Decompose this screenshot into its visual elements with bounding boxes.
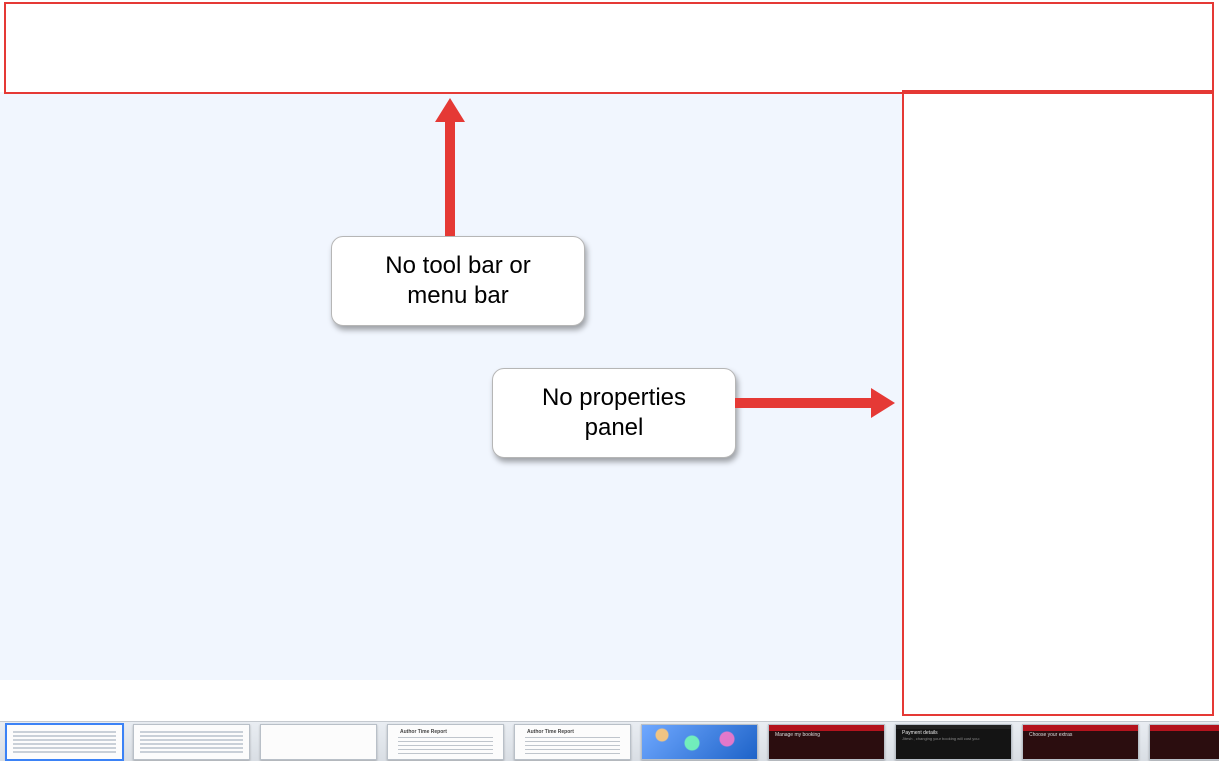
thumbnail-strip: Author Time Report Author Time Report Mana… [0, 721, 1219, 761]
thumbnail[interactable] [133, 724, 250, 760]
thumbnail[interactable]: Author Time Report [514, 724, 631, 760]
thumbnail[interactable] [641, 724, 758, 760]
thumbnail[interactable] [6, 724, 123, 760]
thumbnail[interactable]: Author Time Report [387, 724, 504, 760]
thumbnail[interactable]: Manage my booking [768, 724, 885, 760]
thumbnail[interactable] [1149, 724, 1219, 760]
callout-no-toolbar: No tool bar or menu bar [331, 236, 585, 326]
top-highlight-frame [4, 2, 1214, 94]
thumbnail[interactable]: Payment detailsJitesh , changing your bo… [895, 724, 1012, 760]
right-highlight-frame [902, 90, 1214, 716]
arrow-right-icon [735, 388, 895, 418]
thumbnail[interactable] [260, 724, 377, 760]
arrow-up-icon [435, 98, 465, 236]
callout-no-properties: No properties panel [492, 368, 736, 458]
thumbnail[interactable]: Choose your extras [1022, 724, 1139, 760]
